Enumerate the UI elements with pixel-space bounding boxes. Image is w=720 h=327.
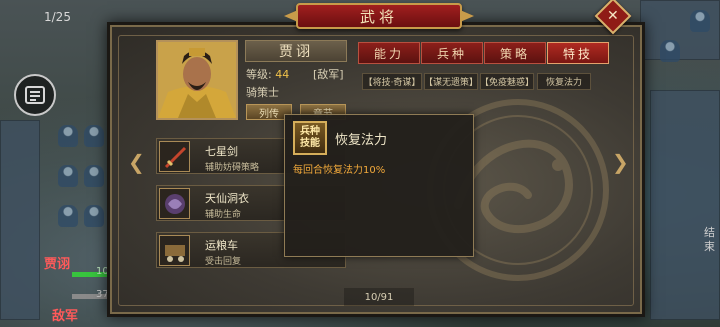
badge-line2: 技能 (300, 138, 320, 149)
end-turn-hint[interactable]: 结束 (704, 226, 718, 254)
skill-tooltip: 兵种 技能 恢复法力 每回合恢复法力10% (284, 114, 474, 257)
equipment-desc: 受击回复 (205, 257, 242, 267)
tab-troop[interactable]: 兵种 (421, 42, 483, 64)
close-icon: ✕ (607, 7, 619, 24)
map-tile (650, 90, 720, 320)
equipment-name: 运粮车 (205, 239, 238, 252)
turn-counter: 1/25 (44, 10, 71, 24)
equipment-name: 天仙洞衣 (205, 192, 249, 205)
enemy-soldier[interactable] (690, 10, 710, 32)
hero-faction-tag: [敌军] (313, 68, 344, 81)
page-indicator: 10/91 (344, 288, 414, 306)
enemy-soldier[interactable] (84, 165, 104, 187)
enemy-soldier[interactable] (84, 205, 104, 227)
trait-tag[interactable]: 【免疫魅惑】 (480, 73, 534, 90)
tab-skills[interactable]: 特技 (547, 42, 609, 64)
enemy-soldier[interactable] (58, 125, 78, 147)
unit-faction: 敌军 (52, 309, 79, 324)
hero-level: 等级: 44 (246, 66, 289, 82)
enemy-soldier[interactable] (660, 40, 680, 62)
tab-ability[interactable]: 能力 (358, 42, 420, 64)
map-tile (0, 120, 40, 320)
enemy-soldier[interactable] (58, 165, 78, 187)
panel-title: 武将 (296, 3, 462, 29)
trait-tag[interactable]: 恢复法力 (537, 73, 591, 90)
trait-tag[interactable]: 【将技·奇谋】 (362, 73, 422, 90)
hero-level-value: 44 (275, 68, 290, 81)
enemy-soldier[interactable] (84, 125, 104, 147)
hero-level-label: 等级: (246, 68, 272, 81)
skill-description: 每回合恢复法力10% (293, 165, 386, 176)
hero-class: 骑策士 (246, 86, 279, 99)
badge-line1: 兵种 (300, 126, 320, 137)
equipment-desc: 辅助妨碍策略 (205, 163, 260, 173)
robe-icon (159, 188, 190, 219)
next-arrow-icon[interactable]: ❯ (612, 150, 629, 174)
enemy-soldier[interactable] (58, 205, 78, 227)
scroll-menu-icon[interactable] (14, 74, 56, 116)
unit-name: 贾诩 (44, 257, 71, 272)
equipment-name: 七星剑 (205, 145, 238, 158)
skill-title: 恢复法力 (335, 133, 388, 148)
trait-tag[interactable]: 【谋无遗策】 (424, 73, 478, 90)
sword-icon (159, 141, 190, 172)
troop-skill-badge: 兵种 技能 (293, 121, 327, 155)
equipment-desc: 辅助生命 (205, 210, 242, 220)
prev-arrow-icon[interactable]: ❮ (128, 150, 145, 174)
cart-icon (159, 235, 190, 266)
hero-name: 贾诩 (245, 40, 347, 62)
hero-portrait[interactable] (156, 40, 238, 120)
tab-strategy[interactable]: 策略 (484, 42, 546, 64)
